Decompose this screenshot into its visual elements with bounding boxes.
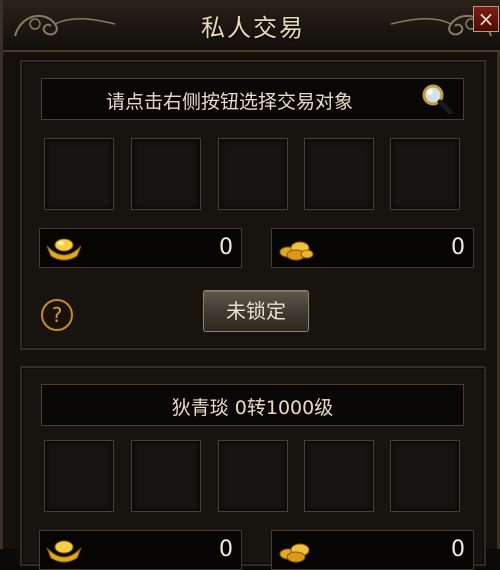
- my-item-slots: [44, 138, 469, 210]
- partner-info-bar: 狄青琰 0转1000级: [41, 384, 464, 426]
- gold-ingot-icon: [46, 540, 82, 563]
- my-offer-panel: 请点击右侧按钮选择交易对象 0 0 ? 未锁定: [20, 60, 486, 350]
- item-slot: [390, 440, 460, 512]
- my-gold-amount: 0: [451, 235, 465, 260]
- trade-window: 私人交易 × 请点击右侧按钮选择交易对象 0 0 ? 未锁定 狄青琰 0转100…: [0, 0, 500, 570]
- item-slot: [304, 440, 374, 512]
- partner-gold-amount: 0: [451, 537, 465, 562]
- question-mark-icon[interactable]: ?: [40, 298, 74, 332]
- my-ingot-amount: 0: [219, 235, 233, 260]
- item-slot[interactable]: [218, 138, 288, 210]
- close-button[interactable]: ×: [473, 6, 499, 32]
- my-ingot-field[interactable]: 0: [39, 228, 242, 268]
- item-slot: [44, 440, 114, 512]
- gold-coins-icon: [279, 241, 314, 261]
- title-bar[interactable]: 私人交易 ×: [3, 0, 500, 52]
- svg-text:?: ?: [52, 303, 63, 327]
- item-slot[interactable]: [44, 138, 114, 210]
- gold-ingot-icon: [46, 238, 82, 261]
- select-target-prompt: 请点击右侧按钮选择交易对象: [105, 91, 353, 113]
- item-slot[interactable]: [131, 138, 201, 210]
- magnifier-icon[interactable]: [419, 81, 455, 117]
- item-slot[interactable]: [390, 138, 460, 210]
- my-gold-field[interactable]: 0: [271, 228, 474, 268]
- lock-status-button[interactable]: 未锁定: [203, 290, 309, 332]
- window-title: 私人交易: [201, 14, 305, 42]
- item-slot: [218, 440, 288, 512]
- item-slot: [131, 440, 201, 512]
- partner-item-slots: [44, 440, 469, 512]
- partner-offer-panel: 狄青琰 0转1000级 0 0: [20, 366, 486, 570]
- item-slot[interactable]: [304, 138, 374, 210]
- partner-gold-field: 0: [271, 530, 474, 570]
- partner-ingot-amount: 0: [219, 537, 233, 562]
- gold-coins-icon: [279, 543, 310, 563]
- select-target-bar: 请点击右侧按钮选择交易对象: [41, 78, 464, 120]
- partner-ingot-field: 0: [39, 530, 242, 570]
- partner-name-level: 狄青琰 0转1000级: [171, 397, 334, 419]
